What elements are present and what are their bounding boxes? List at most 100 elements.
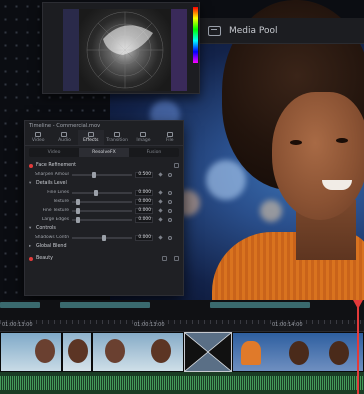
- edges-slider[interactable]: [72, 216, 132, 223]
- tab-label: File: [166, 138, 174, 143]
- delete-icon[interactable]: [162, 256, 167, 261]
- reset-icon[interactable]: [174, 256, 179, 261]
- audio-track[interactable]: [0, 372, 364, 394]
- tab-label: Transition: [106, 138, 129, 143]
- video-clip[interactable]: [232, 332, 364, 372]
- fine-texture-row: Fine Texture 0.000: [25, 206, 183, 215]
- video-clip[interactable]: [92, 332, 184, 372]
- fine-texture-value[interactable]: 0.000: [135, 207, 153, 214]
- media-pool-icon[interactable]: [208, 25, 221, 36]
- transition-clip[interactable]: [184, 332, 232, 372]
- keyframe-icon[interactable]: [158, 172, 163, 177]
- keyframe-icon[interactable]: [158, 235, 163, 240]
- tab-video[interactable]: Video: [25, 130, 51, 145]
- person-eye: [336, 138, 348, 143]
- slider-knob[interactable]: [102, 234, 106, 241]
- fine-lines-row: Fine Lines 0.000: [25, 188, 183, 197]
- keyframe-icon[interactable]: [158, 199, 163, 204]
- slider-knob[interactable]: [94, 189, 98, 196]
- edges-value[interactable]: 0.000: [135, 216, 153, 223]
- chevron-down-icon[interactable]: ▾: [29, 226, 33, 231]
- sharpen-slider[interactable]: [72, 171, 132, 178]
- inspector-tabs: Video Audio Effects Transition Image Fil…: [25, 130, 183, 146]
- transition-icon: [185, 333, 231, 371]
- inspector-panel[interactable]: Timeline - Commercial.mov Video Audio Ef…: [24, 120, 184, 296]
- person-face: [272, 92, 364, 220]
- effect-enabled-icon[interactable]: [29, 163, 33, 168]
- row-label: Sharpen Amount: [35, 172, 69, 177]
- section-controls[interactable]: ▾ Controls: [25, 224, 183, 233]
- clip-subject: [241, 341, 261, 365]
- effects-icon: [87, 132, 94, 137]
- section-label: Details Level: [36, 181, 67, 186]
- audio-waveform: [0, 376, 364, 390]
- slider-knob[interactable]: [92, 171, 96, 178]
- tab-label: Image: [136, 138, 151, 143]
- image-icon: [140, 132, 147, 137]
- media-pool-header[interactable]: Media Pool: [200, 18, 364, 44]
- reset-icon[interactable]: [168, 199, 172, 204]
- tab-transition[interactable]: Transition: [104, 130, 130, 145]
- texture-value[interactable]: 0.000: [135, 198, 153, 205]
- section-beauty[interactable]: Beauty: [25, 254, 183, 263]
- clip-subject: [329, 341, 349, 365]
- reset-icon[interactable]: [168, 235, 172, 240]
- fine-lines-slider[interactable]: [72, 189, 132, 196]
- chevron-down-icon[interactable]: ▾: [29, 181, 33, 186]
- tab-audio[interactable]: Audio: [51, 130, 77, 145]
- section-face-refinement[interactable]: Face Refinement: [25, 161, 183, 170]
- fine-texture-slider[interactable]: [72, 207, 132, 214]
- bokeh-light: [206, 160, 246, 200]
- tab-effects[interactable]: Effects: [77, 130, 104, 145]
- clip-subject: [151, 339, 171, 363]
- video-clip[interactable]: [0, 332, 62, 372]
- media-pool-label[interactable]: Media Pool: [229, 26, 278, 36]
- playhead[interactable]: [357, 304, 359, 394]
- track-clip-segment[interactable]: [60, 302, 150, 308]
- video-clip[interactable]: [62, 332, 92, 372]
- chevron-right-icon[interactable]: ▸: [29, 244, 33, 249]
- row-label: Large Edges: [41, 217, 69, 222]
- section-global-blend[interactable]: ▸ Global Blend: [25, 242, 183, 251]
- video-track[interactable]: [0, 332, 364, 372]
- reset-icon[interactable]: [168, 172, 172, 177]
- section-details[interactable]: ▾ Details Level: [25, 179, 183, 188]
- tab-file[interactable]: File: [157, 130, 183, 145]
- tab-label: Audio: [58, 138, 71, 143]
- subtab-fusion[interactable]: Fusion: [129, 148, 179, 157]
- slider-knob[interactable]: [76, 216, 80, 223]
- texture-slider[interactable]: [72, 198, 132, 205]
- video-icon: [35, 132, 42, 137]
- track-clip-segment[interactable]: [0, 302, 40, 308]
- timecode-label: 01:00:13:00: [2, 322, 33, 328]
- section-label: Beauty: [36, 256, 53, 261]
- slider-knob[interactable]: [76, 198, 80, 205]
- hue-strip: [193, 7, 198, 63]
- shadows-value[interactable]: 0.000: [135, 234, 153, 241]
- sharpen-value[interactable]: 0.500: [135, 171, 153, 178]
- track-clip-segment[interactable]: [210, 302, 310, 308]
- effect-enabled-icon[interactable]: [29, 256, 33, 261]
- slider-knob[interactable]: [76, 207, 80, 214]
- row-label: Fine Lines: [47, 190, 69, 195]
- vectorscope-window[interactable]: [42, 2, 200, 94]
- transition-icon: [114, 132, 121, 137]
- fine-lines-value[interactable]: 0.000: [135, 189, 153, 196]
- keyframe-icon[interactable]: [158, 208, 163, 213]
- clip-subject: [35, 339, 55, 363]
- reset-icon[interactable]: [168, 208, 172, 213]
- keyframe-icon[interactable]: [158, 190, 163, 195]
- reset-icon[interactable]: [168, 190, 172, 195]
- tab-image[interactable]: Image: [130, 130, 156, 145]
- reset-icon[interactable]: [174, 163, 179, 168]
- keyframe-icon[interactable]: [158, 217, 163, 222]
- shadows-slider[interactable]: [72, 234, 132, 241]
- timeline-upper-track[interactable]: [0, 300, 364, 320]
- timeline-ruler[interactable]: [0, 320, 364, 332]
- row-label: Texture: [52, 199, 69, 204]
- clip-subject: [105, 339, 125, 363]
- subtab-resolvefx[interactable]: ResolveFX: [79, 148, 129, 157]
- subtab-video[interactable]: Video: [29, 148, 79, 157]
- reset-icon[interactable]: [168, 217, 172, 222]
- shadows-row: Shadows Control 0.000: [25, 233, 183, 242]
